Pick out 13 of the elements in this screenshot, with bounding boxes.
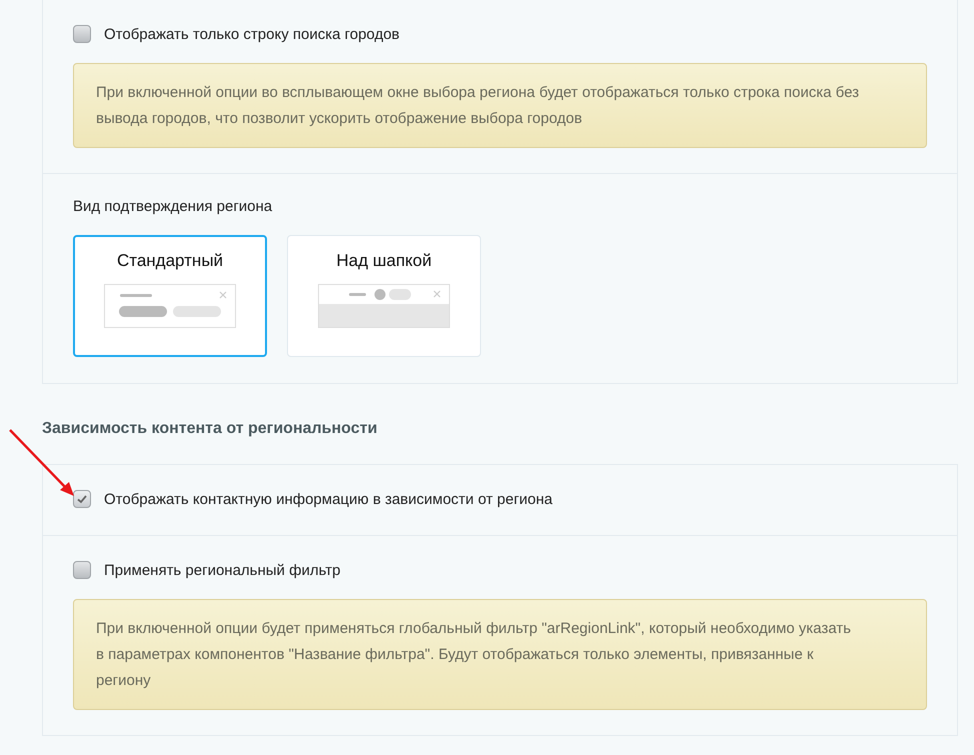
hint-text: При включенной опции во всплывающем окне выбора региона будет отображаться только строка поиска без вывода городов, что позволит ускорить отображение выбора городов	[73, 63, 927, 148]
checkbox[interactable]	[73, 490, 91, 508]
option-card[interactable]: Над шапкой	[287, 235, 481, 357]
section-heading: Зависимость контента от региональности	[42, 420, 378, 438]
checkbox-label: Отображать контактную информацию в зависимости от региона	[104, 490, 553, 508]
checkbox-label: Отображать только строку поиска городов	[104, 26, 400, 42]
checkbox[interactable]	[73, 561, 91, 579]
hint-text: При включенной опции будет применяться глобальный фильтр "arRegionLink", который необходимо указать в параметрах компонентов "Название фильтра". Будут отображаться только элементы, привязанные к региону	[73, 599, 927, 710]
checkmark-icon	[76, 493, 88, 505]
option-card[interactable]: Стандартный	[73, 235, 267, 357]
field-label: Вид подтверждения региона	[73, 198, 274, 215]
checkbox[interactable]	[73, 25, 91, 43]
checkbox-label: Применять региональный фильтр	[104, 562, 340, 578]
